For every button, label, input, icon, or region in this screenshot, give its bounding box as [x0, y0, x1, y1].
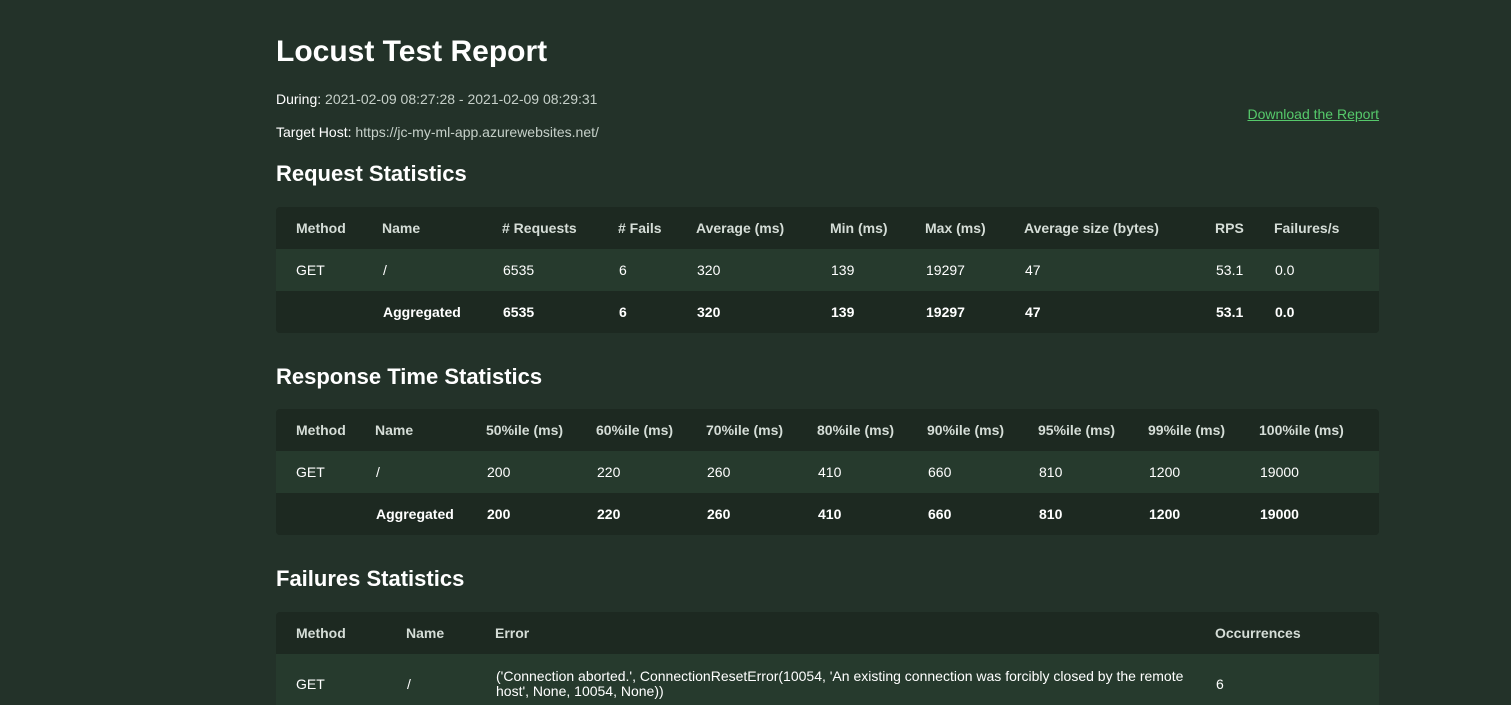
column-header: Name — [375, 422, 414, 438]
table-cell: 0.0 — [1274, 249, 1379, 291]
column-header: 60%ile (ms) — [596, 422, 674, 438]
column-header: 70%ile (ms) — [706, 422, 784, 438]
column-header: Occurrences — [1215, 625, 1301, 641]
failures-statistics-title: Failures Statistics — [276, 566, 465, 591]
column-header: # Fails — [618, 220, 662, 236]
column-header: 90%ile (ms) — [927, 422, 1005, 438]
table-cell: 19000 — [1259, 493, 1379, 535]
column-header: Error — [495, 625, 530, 641]
table-cell: 6 — [1215, 654, 1379, 705]
column-header: Method — [296, 625, 346, 641]
column-header: 80%ile (ms) — [817, 422, 895, 438]
download-report-link[interactable]: Download the Report — [1247, 106, 1379, 123]
during-label: During: — [276, 91, 322, 107]
column-header: Failures/s — [1274, 220, 1340, 236]
column-header: Name — [382, 220, 421, 236]
table-cell: / — [406, 654, 495, 705]
column-header: Min (ms) — [830, 220, 888, 236]
table-cell: 6535 — [502, 249, 618, 291]
table-cell: GET — [276, 249, 382, 291]
response-time-statistics-table: Method Name 50%ile (ms) 60%ile (ms) 70%i… — [276, 409, 1379, 535]
table-cell: 1200 — [1148, 493, 1259, 535]
table-cell: Aggregated — [382, 291, 502, 333]
table-cell — [276, 291, 382, 333]
table-header-row: Method Name 50%ile (ms) 60%ile (ms) 70%i… — [276, 409, 1379, 451]
host-label: Target Host: — [276, 124, 352, 140]
table-cell: 410 — [817, 451, 927, 493]
column-header: Name — [406, 625, 445, 641]
table-cell: 139 — [830, 291, 925, 333]
table-cell: 810 — [1038, 493, 1148, 535]
table-row: GET / 6535 6 320 139 19297 47 53.1 0.0 — [276, 249, 1379, 291]
column-header: # Requests — [502, 220, 577, 236]
test-duration: During: 2021-02-09 08:27:28 - 2021-02-09… — [276, 91, 597, 108]
table-cell: 320 — [696, 291, 830, 333]
during-value: 2021-02-09 08:27:28 - 2021-02-09 08:29:3… — [325, 91, 598, 107]
table-header-row: Method Name Error Occurrences — [276, 612, 1379, 654]
column-header: Average size (bytes) — [1024, 220, 1159, 236]
column-header: 50%ile (ms) — [486, 422, 564, 438]
aggregated-row: Aggregated 200 220 260 410 660 810 1200 … — [276, 493, 1379, 535]
table-cell: 0.0 — [1274, 291, 1379, 333]
response-time-statistics-title: Response Time Statistics — [276, 364, 543, 389]
table-cell: 53.1 — [1215, 249, 1274, 291]
host-value: https://jc-my-ml-app.azurewebsites.net/ — [355, 124, 599, 140]
table-cell: 6535 — [502, 291, 618, 333]
table-header-row: Method Name # Requests # Fails Average (… — [276, 207, 1379, 249]
table-cell: 810 — [1038, 451, 1148, 493]
column-header: 95%ile (ms) — [1038, 422, 1116, 438]
table-row: GET / ('Connection aborted.', Connection… — [276, 654, 1379, 705]
table-cell: GET — [276, 654, 406, 705]
column-header: 100%ile (ms) — [1259, 422, 1344, 438]
table-cell: 410 — [817, 493, 927, 535]
page-title: Locust Test Report — [276, 35, 548, 68]
table-cell: 47 — [1024, 291, 1215, 333]
table-cell: 320 — [696, 249, 830, 291]
table-cell: Aggregated — [375, 493, 486, 535]
table-cell: 660 — [927, 493, 1038, 535]
table-cell: 200 — [486, 493, 596, 535]
table-cell: / — [375, 451, 486, 493]
table-cell: 53.1 — [1215, 291, 1274, 333]
column-header: Average (ms) — [696, 220, 785, 236]
column-header: Method — [296, 422, 346, 438]
table-cell: GET — [276, 451, 375, 493]
table-cell: 200 — [486, 451, 596, 493]
table-cell: 220 — [596, 493, 706, 535]
report-page: Locust Test Report During: 2021-02-09 08… — [0, 0, 1511, 705]
error-message: ('Connection aborted.', ConnectionResetE… — [495, 654, 1215, 705]
table-cell: 260 — [706, 451, 817, 493]
table-cell: / — [382, 249, 502, 291]
request-statistics-table: Method Name # Requests # Fails Average (… — [276, 207, 1379, 333]
table-cell: 19297 — [925, 291, 1024, 333]
table-cell — [276, 493, 375, 535]
table-cell: 220 — [596, 451, 706, 493]
table-cell: 660 — [927, 451, 1038, 493]
failures-statistics-table: Method Name Error Occurrences GET / ('Co… — [276, 612, 1379, 705]
target-host: Target Host: https://jc-my-ml-app.azurew… — [276, 124, 599, 141]
column-header: RPS — [1215, 220, 1244, 236]
aggregated-row: Aggregated 6535 6 320 139 19297 47 53.1 … — [276, 291, 1379, 333]
table-cell: 6 — [618, 291, 696, 333]
column-header: Max (ms) — [925, 220, 986, 236]
column-header: Method — [296, 220, 346, 236]
table-cell: 19000 — [1259, 451, 1379, 493]
request-statistics-title: Request Statistics — [276, 161, 467, 186]
table-cell: 47 — [1024, 249, 1215, 291]
table-cell: 19297 — [925, 249, 1024, 291]
table-row: GET / 200 220 260 410 660 810 1200 19000 — [276, 451, 1379, 493]
table-cell: 6 — [618, 249, 696, 291]
table-cell: 260 — [706, 493, 817, 535]
table-cell: 139 — [830, 249, 925, 291]
table-cell: 1200 — [1148, 451, 1259, 493]
column-header: 99%ile (ms) — [1148, 422, 1226, 438]
